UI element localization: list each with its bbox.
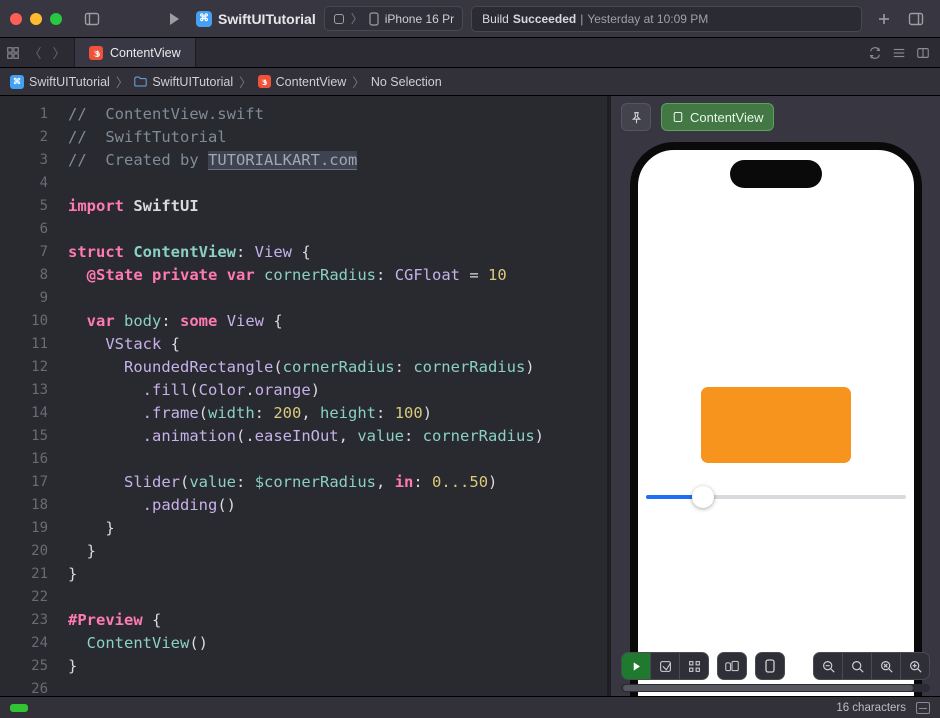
app-content [638, 150, 914, 696]
iphone-frame [630, 142, 922, 696]
jump-seg-project[interactable]: ⌘ SwiftUITutorial [10, 75, 110, 89]
project-icon: ⌘ [10, 75, 24, 89]
zoom-fit-button[interactable] [872, 653, 900, 679]
toggle-navigator-button[interactable] [78, 7, 106, 31]
minimize-window-button[interactable] [30, 13, 42, 25]
preview-header: ContentView [611, 96, 940, 138]
preview-scrollbar[interactable] [621, 684, 930, 692]
close-window-button[interactable] [10, 13, 22, 25]
code-content[interactable]: // ContentView.swift // SwiftTutorial //… [60, 96, 607, 696]
rounded-rectangle-view [701, 387, 851, 463]
back-button[interactable]: 〈 [26, 43, 44, 62]
line-gutter: 1234567891011121314151617181920212223242… [0, 96, 60, 696]
selection-count: 16 characters [836, 702, 906, 714]
preview-canvas: ContentView [607, 96, 940, 696]
zoom-window-button[interactable] [50, 13, 62, 25]
scheme-selector[interactable]: ⌘ SwiftUITutorial [196, 11, 316, 27]
status-bar: 16 characters [0, 696, 940, 718]
app-glyph-icon [333, 13, 345, 25]
main-split: 1234567891011121314151617181920212223242… [0, 96, 940, 696]
run-destination-selector[interactable]: 〉 iPhone 16 Pr [324, 6, 463, 31]
preview-chip-label: ContentView [690, 110, 763, 125]
project-name: SwiftUITutorial [218, 11, 316, 27]
zoom-actual-button[interactable] [843, 653, 871, 679]
zoom-out-button[interactable] [814, 653, 842, 679]
corner-radius-slider[interactable] [646, 487, 906, 507]
device-icon [369, 12, 379, 26]
preview-selector[interactable]: ContentView [661, 103, 774, 131]
jump-seg-file[interactable]: ContentView [258, 75, 347, 89]
selectable-preview-button[interactable] [651, 653, 679, 679]
chevron-right-icon: 〉 [350, 72, 367, 91]
tab-nav-group: 〈 〉 [0, 38, 75, 67]
device-stage[interactable] [611, 138, 940, 696]
swift-file-icon [258, 75, 271, 88]
refresh-icon[interactable] [868, 46, 882, 60]
chevron-right-icon: 〉 [114, 72, 131, 91]
preview-toolbar [621, 652, 930, 680]
library-button[interactable] [902, 7, 930, 31]
pin-preview-button[interactable] [621, 103, 651, 131]
source-editor[interactable]: 1234567891011121314151617181920212223242… [0, 96, 607, 696]
preview-chip-icon [672, 111, 684, 123]
scrollbar-thumb[interactable] [623, 685, 913, 691]
jump-seg-symbol[interactable]: No Selection [371, 75, 442, 89]
forward-button[interactable]: 〉 [50, 43, 68, 62]
status-indicator [10, 704, 28, 712]
preview-device-button[interactable] [756, 653, 784, 679]
swift-file-icon [89, 46, 103, 60]
device-settings-button[interactable] [718, 653, 746, 679]
folder-icon [134, 76, 147, 87]
live-preview-button[interactable] [622, 653, 650, 679]
editor-tab-bar: 〈 〉 ContentView [0, 38, 940, 68]
jump-seg-folder[interactable]: SwiftUITutorial [134, 75, 233, 89]
window-toolbar: ⌘ SwiftUITutorial 〉 iPhone 16 Pr Build S… [0, 0, 940, 38]
chevron-right-icon: 〉 [237, 72, 254, 91]
zoom-in-button[interactable] [901, 653, 929, 679]
run-destination-label: iPhone 16 Pr [385, 12, 454, 26]
run-button[interactable] [160, 7, 188, 31]
tab-contentview[interactable]: ContentView [75, 38, 196, 67]
activity-view[interactable]: Build Succeeded | Yesterday at 10:09 PM [471, 6, 862, 32]
jump-bar[interactable]: ⌘ SwiftUITutorial 〉 SwiftUITutorial 〉 Co… [0, 68, 940, 96]
slider-thumb[interactable] [692, 486, 714, 508]
add-button[interactable] [870, 7, 898, 31]
debug-area-toggle[interactable] [916, 702, 930, 714]
variants-button[interactable] [680, 653, 708, 679]
related-items-icon[interactable] [6, 46, 20, 60]
traffic-lights [10, 13, 62, 25]
adjust-editor-icon[interactable] [892, 46, 906, 60]
tab-label: ContentView [110, 46, 181, 60]
editor-layout-icon[interactable] [916, 46, 930, 60]
app-icon: ⌘ [196, 11, 212, 27]
